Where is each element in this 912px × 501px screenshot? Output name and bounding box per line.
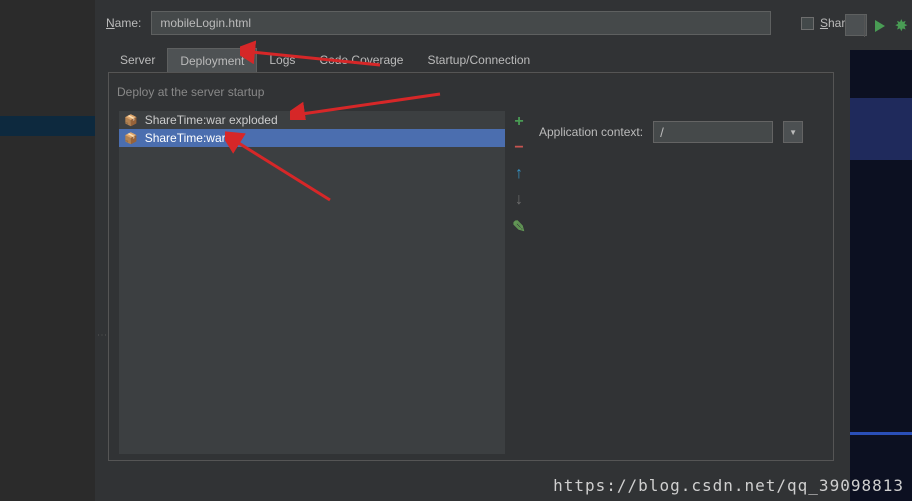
watermark: https://blog.csdn.net/qq_39098813: [553, 476, 904, 495]
down-icon[interactable]: ↓: [515, 191, 523, 209]
list-item-label: ShareTime:war exploded: [145, 113, 278, 127]
run-icon[interactable]: [875, 20, 885, 32]
separator: [864, 15, 865, 37]
chevron-down-icon[interactable]: ▼: [783, 121, 803, 143]
tab-server[interactable]: Server: [108, 48, 167, 73]
header: Name: Share: [106, 12, 852, 34]
list-item[interactable]: 📦 ShareTime:war: [119, 129, 505, 147]
list-button-column: + − ↑ ↓ ✎: [510, 113, 528, 237]
name-label: Name:: [106, 16, 141, 30]
tab-logs[interactable]: Logs: [257, 48, 307, 73]
tab-deployment[interactable]: Deployment: [167, 48, 257, 73]
artifact-icon: 📦: [124, 132, 138, 145]
right-highlight: [850, 98, 912, 160]
debug-icon[interactable]: ✸: [895, 16, 908, 36]
up-icon[interactable]: ↑: [515, 165, 523, 183]
list-item-label: ShareTime:war: [145, 131, 226, 145]
tab-code-coverage[interactable]: Code Coverage: [307, 48, 415, 73]
resize-handle[interactable]: ⋮: [96, 330, 107, 340]
deployment-panel: Deploy at the server startup 📦 ShareTime…: [108, 72, 834, 461]
tabs: Server Deployment Logs Code Coverage Sta…: [108, 48, 834, 74]
add-icon[interactable]: +: [514, 113, 523, 131]
left-gutter: [0, 0, 95, 501]
run-toolbar: ✸: [864, 15, 912, 37]
application-context: Application context: ▼: [539, 121, 803, 143]
right-highlight-2: [850, 432, 912, 435]
tab-startup-connection[interactable]: Startup/Connection: [415, 48, 542, 73]
edit-icon[interactable]: ✎: [512, 217, 525, 237]
list-item[interactable]: 📦 ShareTime:war exploded: [119, 111, 505, 129]
app-context-label: Application context:: [539, 125, 643, 139]
artifact-icon: 📦: [124, 114, 138, 127]
remove-icon[interactable]: −: [514, 139, 523, 157]
deploy-label: Deploy at the server startup: [117, 85, 264, 99]
left-selection: [0, 116, 95, 136]
artifact-list[interactable]: 📦 ShareTime:war exploded 📦 ShareTime:war: [119, 111, 505, 454]
name-input[interactable]: [151, 11, 771, 35]
checkbox-icon: [801, 17, 814, 30]
app-context-input[interactable]: [653, 121, 773, 143]
